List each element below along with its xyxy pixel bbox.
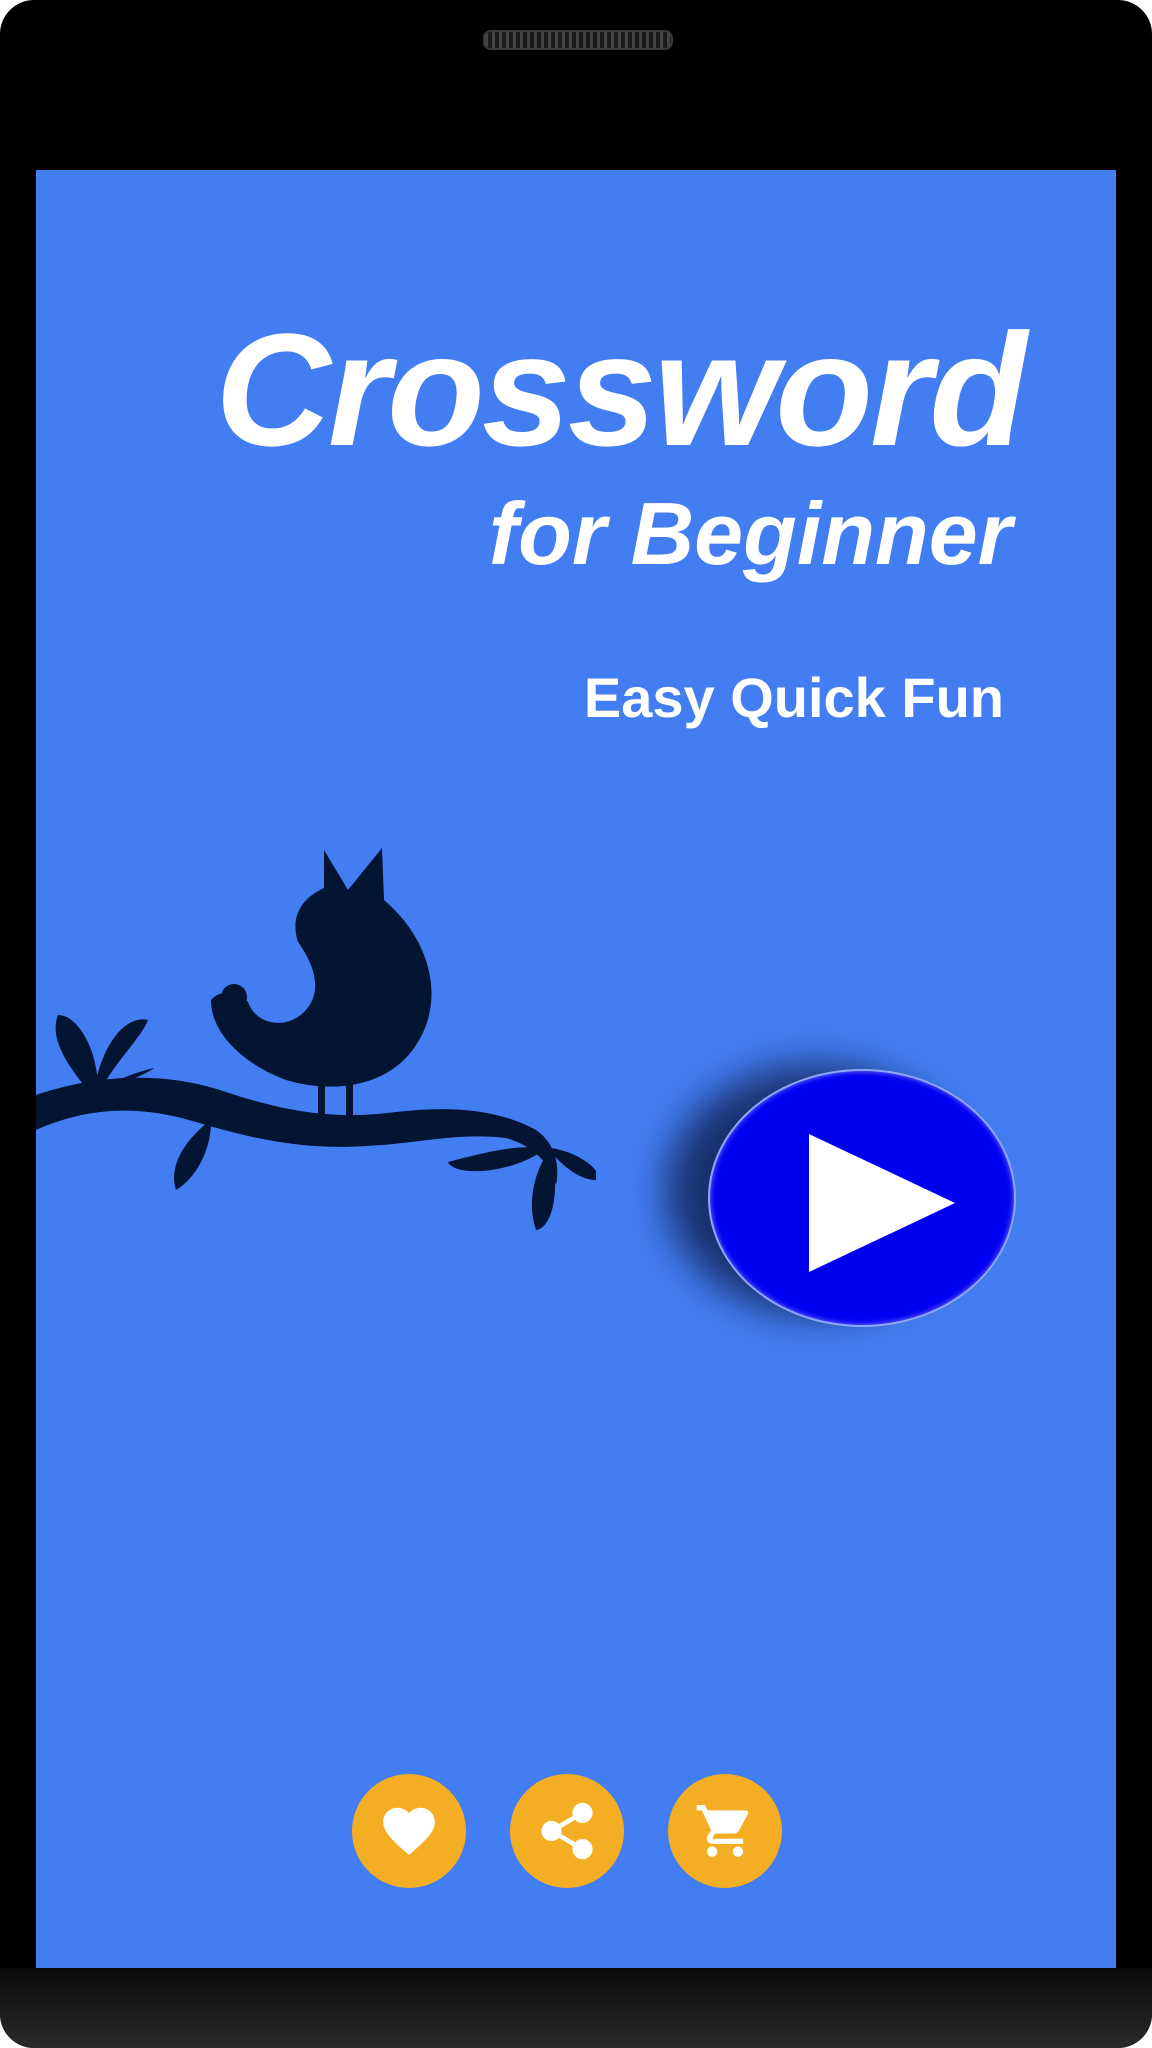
device-frame: Crossword for Beginner Easy Quick Fun — [0, 0, 1152, 2048]
app-screen: Crossword for Beginner Easy Quick Fun — [36, 170, 1116, 1970]
favorite-button[interactable] — [352, 1774, 466, 1888]
shop-button[interactable] — [668, 1774, 782, 1888]
app-tagline: Easy Quick Fun — [583, 666, 1004, 729]
play-icon — [809, 1134, 955, 1272]
bottom-action-bar — [36, 1774, 1116, 1890]
heart-icon — [383, 1807, 435, 1856]
play-button[interactable] — [708, 1069, 1016, 1327]
cart-icon — [696, 1805, 749, 1857]
device-bottom-bezel — [0, 1968, 1152, 2048]
app-title: Crossword — [215, 300, 1027, 479]
share-button[interactable] — [510, 1774, 624, 1888]
app-subtitle: for Beginner — [488, 484, 1012, 583]
device-speaker — [483, 30, 673, 50]
share-icon — [541, 1802, 593, 1860]
bird-on-branch-illustration — [36, 848, 596, 1230]
